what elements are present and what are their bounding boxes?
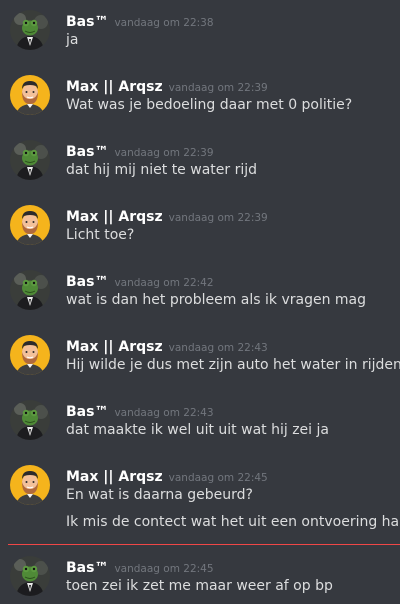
message-header: Max || Arqsz vandaag om 22:45 [66,466,268,485]
author-name[interactable]: Max || Arqsz [66,339,163,355]
bearded-man-avatar[interactable] [10,75,50,115]
message-timestamp: vandaag om 22:39 [168,212,268,224]
message-timestamp: vandaag om 22:43 [114,407,214,419]
message-text: dat maakte ik wel uit uit wat hij zei ja [66,422,329,438]
message-timestamp: vandaag om 22:43 [168,342,268,354]
message-text: Hij wilde je dus met zijn auto het water… [66,357,400,373]
frog-in-suit-avatar[interactable] [10,400,50,440]
author-name[interactable]: Max || Arqsz [66,469,163,485]
frog-in-suit-avatar[interactable] [10,270,50,310]
message-header: Bas™ vandaag om 22:43 [66,401,214,420]
author-name[interactable]: Bas™ [66,274,108,290]
author-name[interactable]: Bas™ [66,14,108,30]
message-timestamp: vandaag om 22:38 [114,17,214,29]
message-timestamp: vandaag om 22:39 [168,82,268,94]
author-name[interactable]: Max || Arqsz [66,79,163,95]
message-timestamp: vandaag om 22:39 [114,147,214,159]
message-header: Max || Arqsz vandaag om 22:43 [66,336,268,355]
message-timestamp: vandaag om 22:45 [114,563,214,575]
bearded-man-avatar[interactable] [10,465,50,505]
author-name[interactable]: Max || Arqsz [66,209,163,225]
message-timestamp: vandaag om 22:42 [114,277,214,289]
message-header: Bas™ vandaag om 22:38 [66,11,214,30]
bearded-man-avatar[interactable] [10,335,50,375]
message-header: Bas™ vandaag om 22:45 [66,557,214,576]
message-text: En wat is daarna gebeurd? [66,487,253,503]
message-timestamp: vandaag om 22:45 [168,472,268,484]
message-text: Wat was je bedoeling daar met 0 politie? [66,97,353,113]
message-header: Max || Arqsz vandaag om 22:39 [66,206,268,225]
frog-in-suit-avatar[interactable] [10,556,50,596]
message-text: ja [66,32,79,48]
message-text: toen zei ik zet me maar weer af op bp [66,578,333,594]
message-header: Max || Arqsz vandaag om 22:39 [66,76,268,95]
message-header: Bas™ vandaag om 22:42 [66,271,214,290]
message-text: wat is dan het probleem als ik vragen ma… [66,292,367,308]
message-text: dat hij mij niet te water rijd [66,162,258,178]
new-messages-divider [8,544,400,545]
author-name[interactable]: Bas™ [66,404,108,420]
message-text: Licht toe? [66,227,135,243]
message-header: Bas™ vandaag om 22:39 [66,141,214,160]
frog-in-suit-avatar[interactable] [10,10,50,50]
author-name[interactable]: Bas™ [66,560,108,576]
bearded-man-avatar[interactable] [10,205,50,245]
author-name[interactable]: Bas™ [66,144,108,160]
frog-in-suit-avatar[interactable] [10,140,50,180]
message-text: Ik mis de contect wat het uit een ontvoe… [66,514,400,530]
